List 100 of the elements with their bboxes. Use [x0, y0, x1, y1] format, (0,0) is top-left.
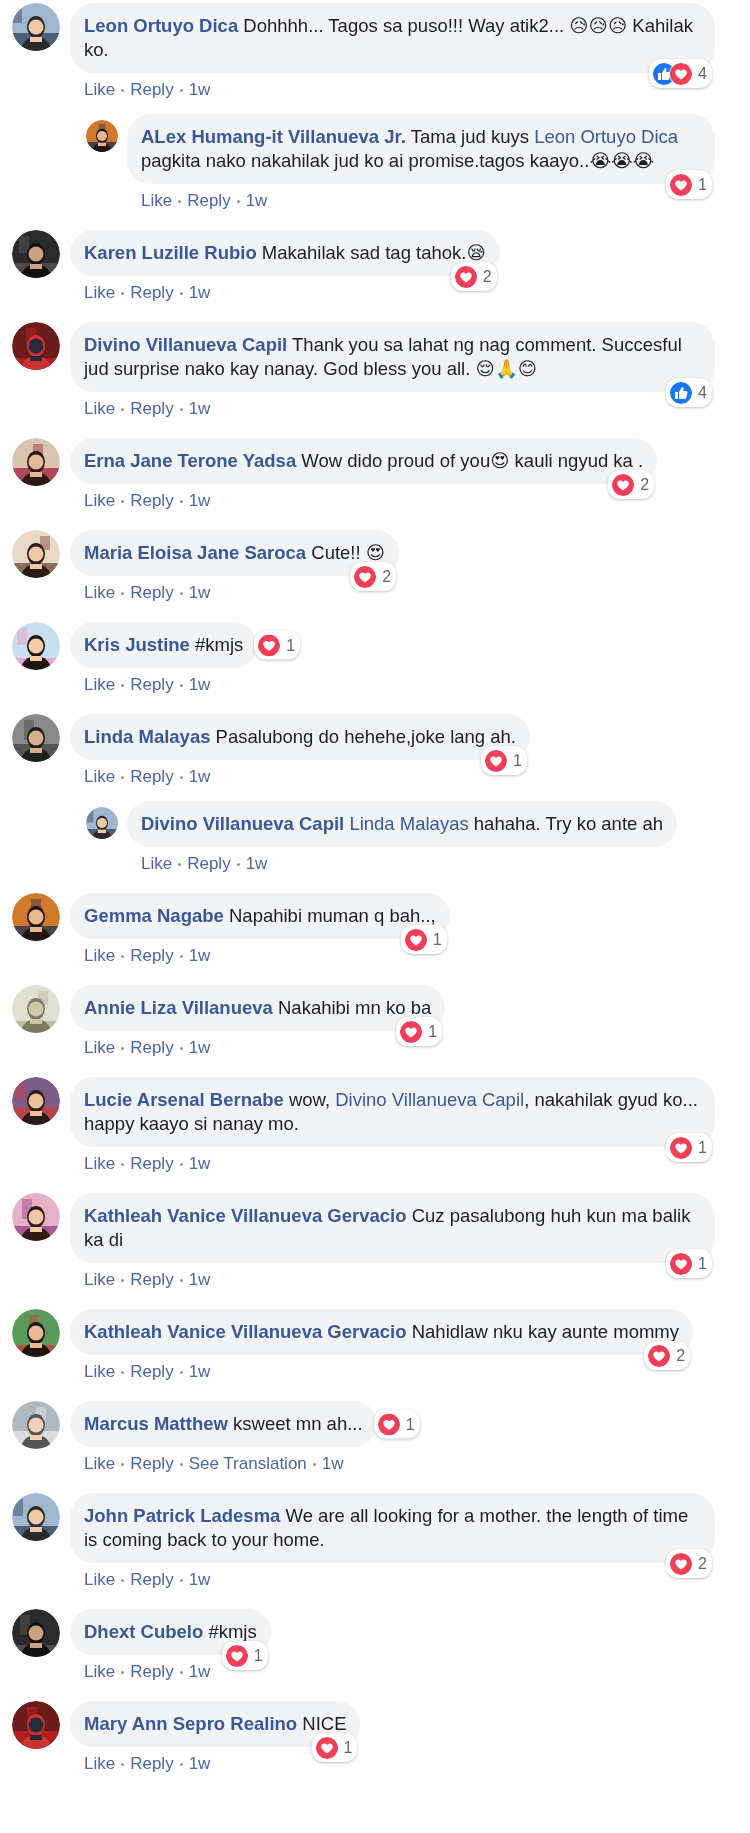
- reaction-count: 2: [698, 1553, 707, 1574]
- timestamp[interactable]: 1w: [188, 767, 211, 787]
- author-name[interactable]: Mary Ann Sepro Realino: [84, 1713, 298, 1734]
- reply-link[interactable]: Reply: [130, 283, 174, 303]
- reaction-badge[interactable]: 4: [649, 59, 712, 88]
- like-link[interactable]: Like: [84, 1570, 116, 1590]
- author-name[interactable]: Leon Ortuyo Dica: [84, 15, 239, 36]
- reply-link[interactable]: Reply: [130, 583, 174, 603]
- timestamp[interactable]: 1w: [245, 854, 268, 874]
- reaction-badge[interactable]: 2: [450, 262, 497, 291]
- like-link[interactable]: Like: [84, 1154, 116, 1174]
- author-name[interactable]: Marcus Matthew: [84, 1413, 228, 1434]
- reply-link[interactable]: Reply: [130, 675, 174, 695]
- author-name[interactable]: Dhext Cubelo: [84, 1621, 204, 1642]
- author-name[interactable]: Kathleah Vanice Villanueva Gervacio: [84, 1205, 407, 1226]
- timestamp[interactable]: 1w: [188, 946, 211, 966]
- timestamp[interactable]: 1w: [245, 191, 268, 211]
- timestamp[interactable]: 1w: [188, 283, 211, 303]
- timestamp[interactable]: 1w: [188, 675, 211, 695]
- reply-link[interactable]: Reply: [187, 854, 231, 874]
- author-name[interactable]: Kathleah Vanice Villanueva Gervacio: [84, 1321, 407, 1342]
- reaction-badge[interactable]: 2: [644, 1341, 691, 1370]
- reaction-badge[interactable]: 1: [666, 170, 712, 199]
- timestamp[interactable]: 1w: [321, 1454, 344, 1474]
- timestamp[interactable]: 1w: [188, 1154, 211, 1174]
- reaction-badge[interactable]: 1: [400, 925, 447, 954]
- reply-link[interactable]: Reply: [130, 1754, 174, 1774]
- reply-link[interactable]: Reply: [130, 1038, 174, 1058]
- reaction-count: 1: [286, 635, 296, 655]
- author-name[interactable]: Divino Villanueva Capil: [84, 334, 288, 355]
- timestamp[interactable]: 1w: [188, 583, 211, 603]
- timestamp[interactable]: 1w: [188, 1662, 211, 1682]
- reply-link[interactable]: Reply: [130, 1154, 174, 1174]
- reaction-badge[interactable]: 4: [666, 378, 712, 407]
- author-name[interactable]: Lucie Arsenal Bernabe: [84, 1089, 284, 1110]
- like-link[interactable]: Like: [84, 80, 116, 100]
- timestamp[interactable]: 1w: [188, 1038, 211, 1058]
- reaction-badge[interactable]: 1: [666, 1249, 712, 1278]
- like-link[interactable]: Like: [84, 767, 116, 787]
- reaction-badge[interactable]: 1: [311, 1733, 358, 1762]
- timestamp[interactable]: 1w: [188, 1270, 211, 1290]
- author-name[interactable]: Gemma Nagabe: [84, 905, 224, 926]
- author-name[interactable]: Kris Justine: [84, 634, 190, 655]
- author-name[interactable]: Linda Malayas: [84, 726, 211, 747]
- reply-link[interactable]: Reply: [130, 1454, 174, 1474]
- reply-link[interactable]: Reply: [130, 946, 174, 966]
- reaction-count: 2: [676, 1345, 686, 1366]
- reaction-badge[interactable]: 2: [666, 1549, 712, 1578]
- reply-link[interactable]: Reply: [130, 1570, 174, 1590]
- like-link[interactable]: Like: [84, 1362, 116, 1382]
- like-link[interactable]: Like: [141, 854, 173, 874]
- like-link[interactable]: Like: [84, 283, 116, 303]
- like-link[interactable]: Like: [84, 946, 116, 966]
- reaction-count: 1: [253, 1645, 263, 1666]
- like-link[interactable]: Like: [84, 1270, 116, 1290]
- like-link[interactable]: Like: [84, 1662, 116, 1682]
- like-link[interactable]: Like: [84, 675, 116, 695]
- timestamp[interactable]: 1w: [188, 399, 211, 419]
- reaction-badge[interactable]: 1: [221, 1641, 268, 1670]
- reply-link[interactable]: Reply: [130, 491, 174, 511]
- reply-link[interactable]: Reply: [130, 1270, 174, 1290]
- mention-link[interactable]: Divino Villanueva Capil: [335, 1089, 525, 1110]
- like-link[interactable]: Like: [84, 1454, 116, 1474]
- mention-link[interactable]: Linda Malayas: [349, 813, 469, 834]
- like-link[interactable]: Like: [84, 583, 116, 603]
- author-name[interactable]: Erna Jane Terone Yadsa: [84, 450, 297, 471]
- reply-link[interactable]: Reply: [130, 767, 174, 787]
- like-link[interactable]: Like: [84, 491, 116, 511]
- comment-text: Divino Villanueva Capil Linda Malayas hahaha. Try ko ante ah: [141, 812, 664, 836]
- author-name[interactable]: Maria Eloisa Jane Saroca: [84, 542, 307, 563]
- mention-link[interactable]: Leon Ortuyo Dica: [534, 126, 679, 147]
- author-name[interactable]: ALex Humang-it Villanueva Jr.: [141, 126, 406, 147]
- timestamp[interactable]: 1w: [188, 491, 211, 511]
- comment-text: Divino Villanueva Capil Thank you sa lahat ng nag comment. Succesful jud surprise nako kay nanay. God bless you all. 😌🙏😊: [84, 333, 683, 381]
- timestamp[interactable]: 1w: [188, 80, 211, 100]
- reply-link[interactable]: Reply: [130, 399, 174, 419]
- timestamp[interactable]: 1w: [188, 1570, 211, 1590]
- like-link[interactable]: Like: [84, 399, 116, 419]
- reaction-badge[interactable]: 1: [373, 1409, 420, 1439]
- timestamp[interactable]: 1w: [188, 1362, 211, 1382]
- reaction-badge[interactable]: 2: [608, 470, 655, 499]
- reaction-badge[interactable]: 2: [350, 562, 397, 591]
- reply-link[interactable]: Reply: [187, 191, 231, 211]
- timestamp[interactable]: 1w: [188, 1754, 211, 1774]
- translation-link[interactable]: See Translation: [188, 1454, 307, 1474]
- author-name[interactable]: Karen Luzille Rubio: [84, 242, 257, 263]
- reaction-badge[interactable]: 1: [481, 746, 527, 775]
- reply-link[interactable]: Reply: [130, 80, 174, 100]
- reply-link[interactable]: Reply: [130, 1662, 174, 1682]
- reaction-badge[interactable]: 1: [254, 630, 301, 660]
- author-name[interactable]: John Patrick Ladesma: [84, 1505, 281, 1526]
- reply-link[interactable]: Reply: [130, 1362, 174, 1382]
- like-link[interactable]: Like: [84, 1038, 116, 1058]
- author-name[interactable]: Divino Villanueva Capil: [141, 813, 345, 834]
- like-link[interactable]: Like: [141, 191, 173, 211]
- reaction-badge[interactable]: 1: [396, 1017, 443, 1046]
- like-link[interactable]: Like: [84, 1754, 116, 1774]
- author-name[interactable]: Annie Liza Villanueva: [84, 997, 273, 1018]
- comment-text: Maria Eloisa Jane Saroca Cute!! 😍: [84, 541, 386, 565]
- reaction-badge[interactable]: 1: [666, 1133, 712, 1162]
